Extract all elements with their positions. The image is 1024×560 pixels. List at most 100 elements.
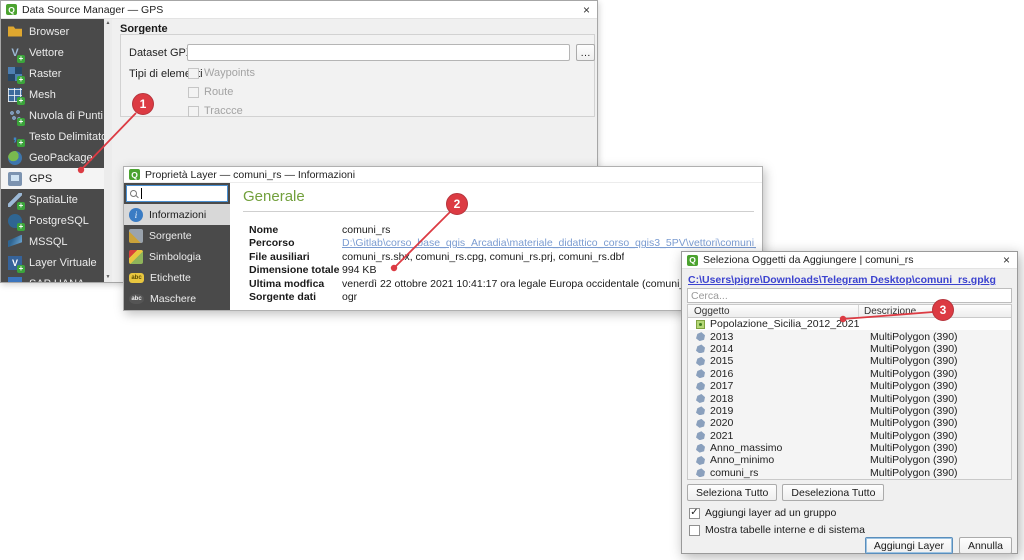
- column-header-object[interactable]: Oggetto: [688, 305, 859, 318]
- vector-icon: [8, 46, 22, 60]
- polygon-icon: [696, 382, 705, 391]
- polygon-icon: [696, 394, 705, 403]
- object-row[interactable]: 2017 MultiPolygon (390): [688, 380, 1011, 392]
- tracks-checkbox[interactable]: [188, 106, 199, 117]
- object-row[interactable]: Anno_massimo MultiPolygon (390): [688, 442, 1011, 454]
- sidebar-item[interactable]: PostgreSQL: [1, 210, 112, 231]
- dataset-gpx-label: Dataset GPX: [129, 47, 193, 59]
- scroll-down-icon[interactable]: ▼: [106, 275, 111, 280]
- show-system-tables-checkbox[interactable]: [689, 525, 700, 536]
- sidebar-item-label: Raster: [29, 68, 61, 80]
- property-label: File ausiliari: [249, 251, 342, 264]
- object-description: MultiPolygon (390): [865, 442, 1011, 454]
- property-row: Percorso D:\Gitlab\corso_base_qgis_Arcad…: [249, 237, 756, 250]
- select-all-button[interactable]: Seleziona Tutto: [687, 484, 777, 501]
- object-row[interactable]: 2013 MultiPolygon (390): [688, 330, 1011, 342]
- object-row[interactable]: Popolazione_Sicilia_2012_2021: [688, 318, 1011, 330]
- object-description: MultiPolygon (390): [865, 331, 1011, 343]
- object-description: MultiPolygon (390): [865, 368, 1011, 380]
- object-row[interactable]: 2018 MultiPolygon (390): [688, 392, 1011, 404]
- add-to-group-label: Aggiungi layer ad un gruppo: [705, 507, 836, 519]
- objects-search-input[interactable]: [687, 288, 1012, 303]
- props-search-input[interactable]: [126, 185, 228, 202]
- object-row[interactable]: 2020 MultiPolygon (390): [688, 417, 1011, 429]
- object-description: MultiPolygon (390): [865, 380, 1011, 392]
- heading-divider: [243, 211, 754, 212]
- dsm-close-icon[interactable]: ×: [581, 4, 592, 16]
- props-sidebar-item-label: Informazioni: [149, 209, 206, 221]
- sidebar-item[interactable]: SAP HANA: [1, 273, 112, 282]
- sidebar-item[interactable]: Testo Delimitato: [1, 126, 112, 147]
- object-row[interactable]: 2014 MultiPolygon (390): [688, 343, 1011, 355]
- sidebar-item[interactable]: Raster: [1, 63, 112, 84]
- selector-close-icon[interactable]: ×: [1001, 254, 1012, 266]
- selection-buttons: Seleziona Tutto Deseleziona Tutto: [687, 484, 884, 501]
- tracks-checkbox-row: Traccce: [188, 105, 243, 117]
- object-row[interactable]: Anno_minimo MultiPolygon (390): [688, 454, 1011, 466]
- qgis-logo-icon: [129, 169, 140, 180]
- sidebar-item-label: Nuvola di Punti: [29, 110, 103, 122]
- object-row[interactable]: comuni_rs MultiPolygon (390): [688, 467, 1011, 479]
- sidebar-item[interactable]: SpatiaLite: [1, 189, 112, 210]
- route-checkbox[interactable]: [188, 87, 199, 98]
- source-icon: [129, 229, 143, 243]
- symbology-icon: [129, 250, 143, 264]
- object-row[interactable]: 2015 MultiPolygon (390): [688, 355, 1011, 367]
- waypoints-checkbox-row: Waypoints: [188, 67, 255, 79]
- object-row[interactable]: 2016 MultiPolygon (390): [688, 368, 1011, 380]
- polygon-icon: [696, 456, 705, 465]
- props-sidebar-item[interactable]: Sorgente: [124, 225, 230, 246]
- props-sidebar-item[interactable]: Maschere: [124, 288, 230, 309]
- gpkg-path-link[interactable]: C:\Users\pigre\Downloads\Telegram Deskto…: [688, 274, 996, 286]
- route-label: Route: [204, 86, 233, 98]
- qgis-logo-icon: [687, 255, 698, 266]
- geopackage-icon: [8, 151, 22, 165]
- props-body: Informazioni Sorgente Simbologia Etichet…: [124, 183, 762, 310]
- waypoints-checkbox[interactable]: [188, 68, 199, 79]
- property-value: venerdì 22 ottobre 2021 10:41:17 ora leg…: [342, 278, 717, 291]
- property-row: Ultima modfica venerdì 22 ottobre 2021 1…: [249, 278, 756, 291]
- object-name: 2015: [710, 355, 865, 367]
- delimited-text-icon: [8, 130, 22, 144]
- sidebar-item[interactable]: Nuvola di Punti: [1, 105, 112, 126]
- deselect-all-button[interactable]: Deseleziona Tutto: [782, 484, 884, 501]
- general-heading: Generale: [243, 188, 305, 205]
- props-sidebar-item[interactable]: Etichette: [124, 267, 230, 288]
- browse-button[interactable]: …: [576, 44, 595, 61]
- scroll-up-icon[interactable]: ▲: [106, 21, 111, 26]
- add-to-group-checkbox[interactable]: [689, 508, 700, 519]
- raster-icon: [8, 67, 22, 81]
- column-header-description[interactable]: Descrizione: [859, 306, 1011, 317]
- search-icon: [130, 190, 137, 197]
- folder-icon: [8, 25, 22, 39]
- sidebar-item-label: Layer Virtuale: [29, 257, 97, 269]
- sidebar-item[interactable]: MSSQL: [1, 231, 112, 252]
- props-window-title: Proprietà Layer — comuni_rs — Informazio…: [145, 169, 355, 181]
- sidebar-item[interactable]: Browser: [1, 21, 112, 42]
- sidebar-item[interactable]: Layer Virtuale: [1, 252, 112, 273]
- masks-icon: [129, 294, 144, 304]
- object-description: MultiPolygon (390): [865, 430, 1011, 442]
- point-cloud-icon: [8, 109, 22, 123]
- sidebar-item-label: Testo Delimitato: [29, 131, 107, 143]
- object-description: MultiPolygon (390): [865, 393, 1011, 405]
- cancel-button[interactable]: Annulla: [959, 537, 1012, 554]
- object-row[interactable]: 2021 MultiPolygon (390): [688, 430, 1011, 442]
- sidebar-item[interactable]: Mesh: [1, 84, 112, 105]
- postgresql-icon: [8, 214, 22, 228]
- sidebar-item[interactable]: GPS: [1, 168, 112, 189]
- dialog-buttons: Aggiungi Layer Annulla: [865, 537, 1012, 554]
- sidebar-scrollbar[interactable]: ▲ ▼: [104, 19, 112, 282]
- sidebar-item[interactable]: GeoPackage: [1, 147, 112, 168]
- dsm-titlebar: Data Source Manager — GPS ×: [1, 1, 597, 19]
- dataset-gpx-input[interactable]: [187, 44, 570, 61]
- add-layer-button[interactable]: Aggiungi Layer: [865, 537, 953, 554]
- props-sidebar-item[interactable]: Simbologia: [124, 246, 230, 267]
- object-row[interactable]: 2019 MultiPolygon (390): [688, 405, 1011, 417]
- polygon-icon: [696, 369, 705, 378]
- sidebar-item[interactable]: Vettore: [1, 42, 112, 63]
- props-sidebar-item[interactable]: Informazioni: [124, 204, 230, 225]
- show-system-tables-label: Mostra tabelle interne e di sistema: [705, 524, 865, 536]
- property-label: Dimensione totale: [249, 264, 342, 277]
- sidebar-item-label: Vettore: [29, 47, 64, 59]
